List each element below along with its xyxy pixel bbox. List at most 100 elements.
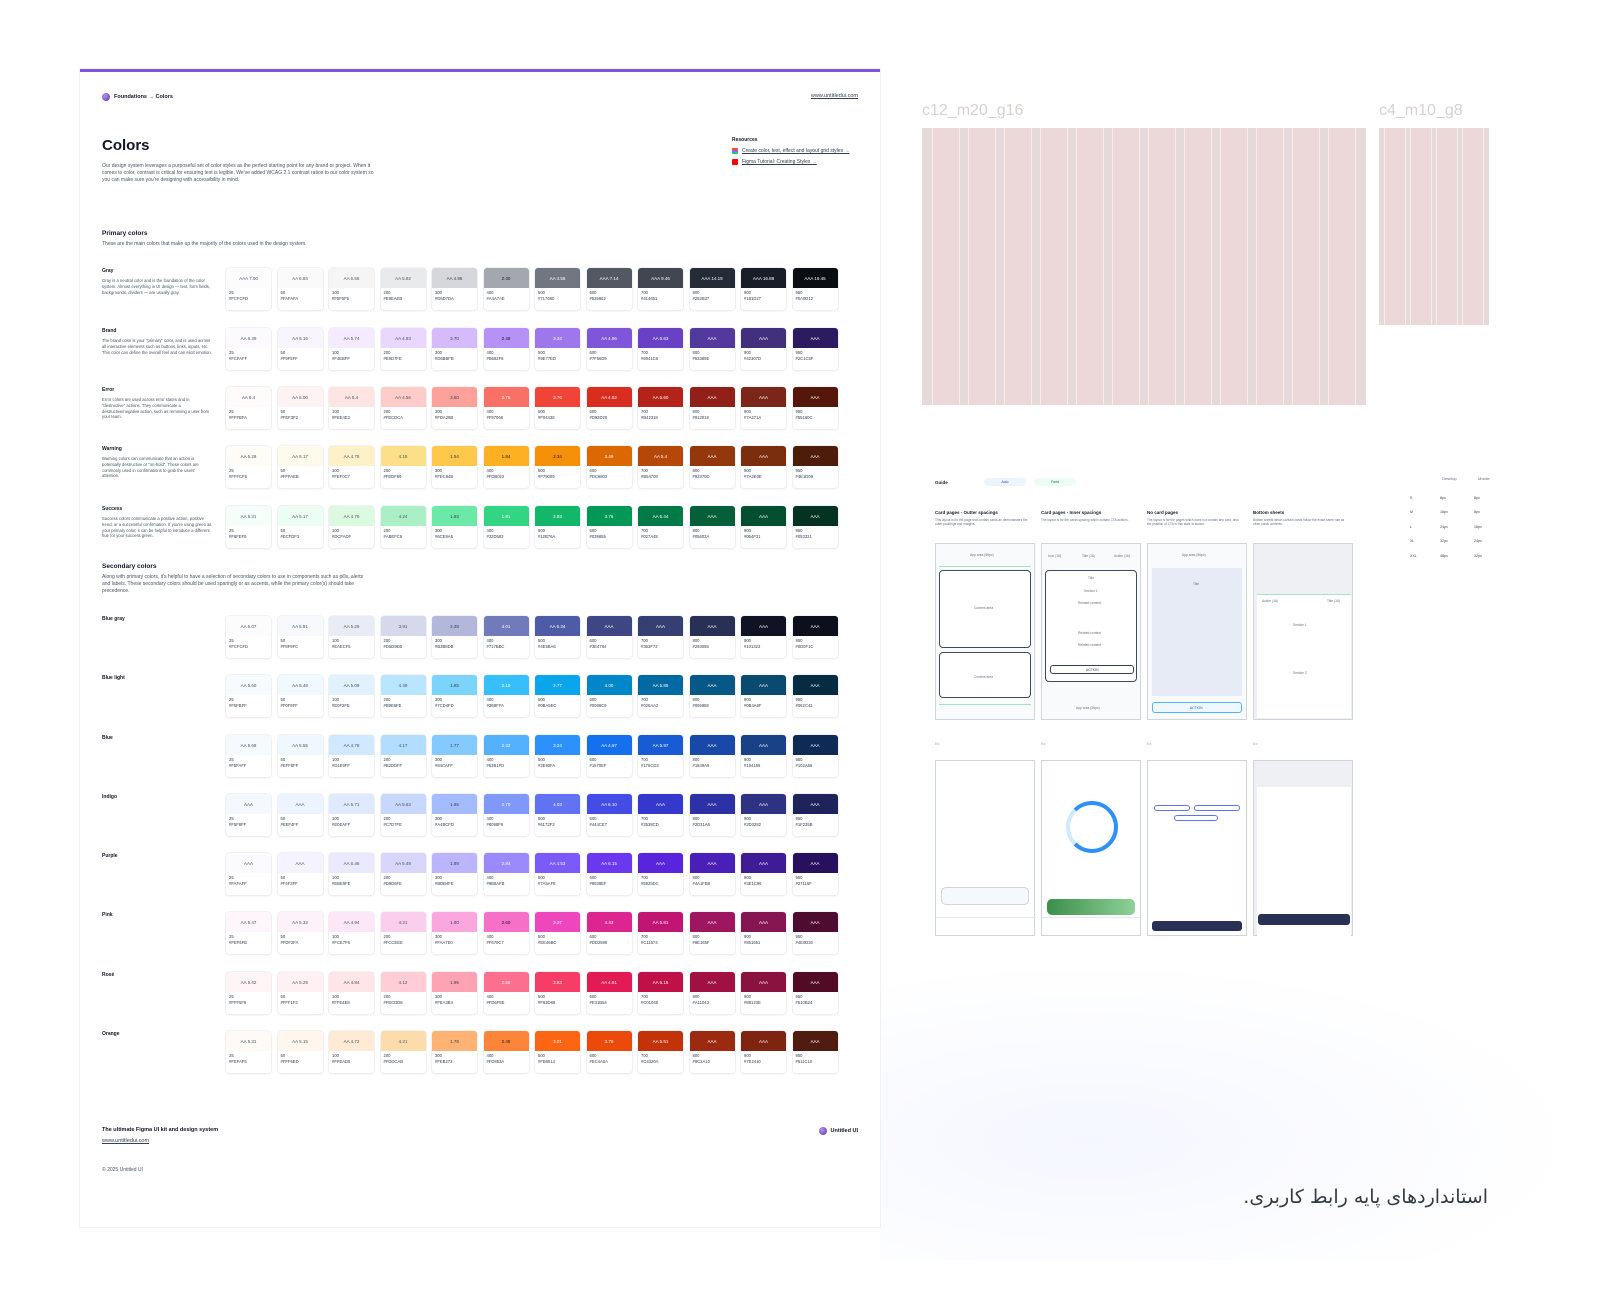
color-swatch[interactable]: AAA 700 #363F72 — [638, 616, 683, 658]
color-swatch[interactable]: AAA 7.00 25 #FCFCFD — [226, 268, 271, 310]
submit-button[interactable] — [1152, 921, 1242, 931]
color-swatch[interactable]: AAA 800 #9E165F — [689, 912, 735, 954]
example-screen-renewal-sheet[interactable] — [1253, 760, 1353, 936]
color-swatch[interactable]: AA 5.09 100 #E0F2FE — [329, 675, 374, 717]
color-swatch[interactable]: 3.63 500 #F63D68 — [535, 972, 580, 1014]
color-swatch[interactable]: AAA 900 #2D3282 — [741, 794, 786, 836]
color-swatch[interactable]: 2.60 400 #F670C7 — [483, 912, 529, 954]
color-swatch[interactable]: AAA 16.88 900 #181D27 — [741, 268, 786, 310]
color-swatch[interactable]: 1.80 300 #FAA7E0 — [432, 912, 477, 954]
color-swatch[interactable]: 1.86 300 #A4BCFD — [432, 794, 477, 836]
color-swatch[interactable]: AAA 50 #EEF4FF — [277, 794, 323, 836]
color-swatch[interactable]: 4.43 600 #DD2590 — [586, 912, 632, 954]
color-swatch[interactable]: AA 5.74 100 #F4EBFF — [329, 328, 374, 370]
color-swatch[interactable]: AA 5.60 25 #F5FBFF — [226, 675, 271, 717]
color-swatch[interactable]: AA 5.68 25 #F5FAFF — [226, 735, 271, 777]
color-swatch[interactable]: AA 4.84 100 #FFE4E8 — [329, 972, 374, 1014]
color-swatch[interactable]: AAA 19.45 950 #0A0D12 — [792, 268, 838, 310]
guide-tab-fixed[interactable]: Fixed — [1034, 478, 1076, 486]
wireframe-bottom-sheet[interactable]: Action (16) Title (16) Section 1 Section… — [1253, 543, 1353, 720]
example-screen-home[interactable] — [935, 760, 1036, 936]
color-swatch[interactable]: AA 4.95 300 #D5D7DA — [432, 268, 477, 310]
color-swatch[interactable]: AA 5.4 700 #B54708 — [638, 446, 683, 488]
color-swatch[interactable]: AA 4.96 600 #7F56D9 — [586, 328, 632, 370]
color-swatch[interactable]: AA 5.81 700 #C11574 — [638, 912, 683, 954]
color-swatch[interactable]: 3.76 600 #039855 — [586, 506, 632, 548]
color-swatch[interactable]: AAA 9.46 700 #414651 — [638, 268, 683, 310]
color-swatch[interactable]: 1.95 300 #FEA3B4 — [432, 972, 477, 1014]
color-swatch[interactable]: 2.34 500 #F79009 — [535, 446, 580, 488]
resource-link-styles[interactable]: Create color, text, effect and layout gr… — [732, 148, 872, 154]
topic-chip[interactable] — [1174, 815, 1218, 821]
color-swatch[interactable]: AAA 900 #054F31 — [741, 506, 786, 548]
color-swatch[interactable]: AA 5.91 50 #F8F9FC — [277, 616, 323, 658]
color-swatch[interactable]: AAA 800 #912018 — [689, 387, 735, 429]
color-swatch[interactable]: AAA 800 #A11043 — [689, 972, 735, 1014]
color-swatch[interactable]: 2.45 400 #FD853A — [483, 1031, 529, 1073]
color-swatch[interactable]: AA 5.55 50 #EFF8FF — [277, 735, 323, 777]
color-swatch[interactable]: 4.01 400 #717BBC — [483, 616, 529, 658]
resource-link-tutorial[interactable]: Figma Tutorial: Creating Styles → — [732, 159, 872, 165]
color-swatch[interactable]: AAA 800 #065986 — [689, 675, 735, 717]
breadcrumb[interactable]: Foundations → Colors — [102, 93, 173, 101]
color-swatch[interactable]: AA 5.44 700 #027A48 — [638, 506, 683, 548]
example-screen-data-usage[interactable] — [1041, 760, 1142, 936]
color-swatch[interactable]: AA 6.46 100 #EBE9FE — [329, 853, 374, 895]
color-swatch[interactable]: 4.39 200 #B9E6FE — [380, 675, 426, 717]
color-swatch[interactable]: AA 6.07 25 #FCFCFD — [226, 616, 271, 658]
color-swatch[interactable]: AAA 50 #F4F3FF — [277, 853, 323, 895]
color-swatch[interactable]: AA 5.42 25 #FFF5F6 — [226, 972, 271, 1014]
topic-chip[interactable] — [1194, 805, 1240, 811]
color-swatch[interactable]: AAA 950 #4E0D30 — [792, 912, 838, 954]
guide-tab-auto[interactable]: Auto — [984, 478, 1026, 486]
color-swatch[interactable]: AAA 800 #05603A — [689, 506, 735, 548]
color-swatch[interactable]: AAA 900 #7E2410 — [741, 1031, 786, 1073]
color-swatch[interactable]: 2.10 400 #36BFFA — [483, 675, 529, 717]
color-swatch[interactable]: AAA 700 #3538CD — [638, 794, 683, 836]
color-swatch[interactable]: 1.89 300 #BDB4FE — [432, 853, 477, 895]
color-swatch[interactable]: 2.32 400 #53B1FD — [483, 735, 529, 777]
color-swatch[interactable]: 4.21 200 #FDDCAB — [380, 1031, 426, 1073]
color-swatch[interactable]: AAA 25 #F5F8FF — [226, 794, 271, 836]
color-swatch[interactable]: AAA 950 #55160C — [792, 387, 838, 429]
color-swatch[interactable]: AA 5.49 200 #D9D6FE — [380, 853, 426, 895]
color-swatch[interactable]: AA 4.75 100 #FEF0C7 — [329, 446, 374, 488]
color-swatch[interactable]: 3.80 300 #FDA29B — [432, 387, 477, 429]
color-swatch[interactable]: AAA 950 #4E1D09 — [792, 446, 838, 488]
color-swatch[interactable]: AA 6.16 50 #F9F5FF — [277, 328, 323, 370]
mobile-grid[interactable] — [1379, 128, 1489, 325]
color-swatch[interactable]: AA 6.55 100 #F5F5F5 — [329, 268, 374, 310]
color-swatch[interactable]: AAA 800 #1849A9 — [689, 735, 735, 777]
color-swatch[interactable]: AA 6.63 700 #6941C6 — [638, 328, 683, 370]
color-swatch[interactable]: AAA 900 #3E1C96 — [741, 853, 786, 895]
color-swatch[interactable]: 2.68 400 #FD6F8E — [483, 972, 529, 1014]
color-swatch[interactable]: 3.76 500 #F04438 — [535, 387, 580, 429]
color-swatch[interactable]: 1.78 300 #FEB273 — [432, 1031, 477, 1073]
color-swatch[interactable]: AAA 950 #27115F — [792, 853, 838, 895]
color-swatch[interactable]: 3.01 500 #FB6514 — [535, 1031, 580, 1073]
color-swatch[interactable]: AA 5.47 25 #FEF6FB — [226, 912, 271, 954]
color-swatch[interactable]: 3.33 500 #9E77ED — [535, 328, 580, 370]
color-swatch[interactable]: AA 5.28 25 #FFFCF5 — [226, 446, 271, 488]
color-swatch[interactable]: AA 5.63 200 #C7D7FE — [380, 794, 426, 836]
color-swatch[interactable]: AA 5.17 50 #FFFAEB — [277, 446, 323, 488]
color-swatch[interactable]: 1.77 300 #84CAFF — [432, 735, 477, 777]
color-swatch[interactable]: AA 6.15 600 #6938EF — [586, 853, 632, 895]
color-swatch[interactable]: 1.85 300 #7CD4FD — [432, 675, 477, 717]
color-swatch[interactable]: AA 6.84 50 #FAFAFA — [277, 268, 323, 310]
color-swatch[interactable]: AA 4.53 500 #7A5AF8 — [535, 853, 580, 895]
color-swatch[interactable]: 2.77 500 #0BA5EC — [535, 675, 580, 717]
color-swatch[interactable]: AA 5.48 50 #F0F9FF — [277, 675, 323, 717]
color-swatch[interactable]: AA 5.85 700 #026AA2 — [638, 675, 683, 717]
color-swatch[interactable]: AAA 800 #2D31A6 — [689, 794, 735, 836]
color-swatch[interactable]: 3.49 600 #DC6803 — [586, 446, 632, 488]
color-swatch[interactable]: AAA 900 #851651 — [741, 912, 786, 954]
color-swatch[interactable]: AA 5.17 50 #ECFDF3 — [277, 506, 323, 548]
example-screen-support[interactable] — [1147, 760, 1247, 936]
color-swatch[interactable]: AAA 600 #3E4784 — [586, 616, 632, 658]
color-swatch[interactable]: 3.24 500 #2E90FA — [535, 735, 580, 777]
color-swatch[interactable]: 2.83 500 #12B76A — [535, 506, 580, 548]
wireframe-outer-spacing[interactable]: App area (56px) Content area Content are… — [935, 543, 1035, 720]
color-swatch[interactable]: 4.12 200 #FECDD6 — [380, 972, 426, 1014]
color-swatch[interactable]: AAA 700 #5925DC — [638, 853, 683, 895]
